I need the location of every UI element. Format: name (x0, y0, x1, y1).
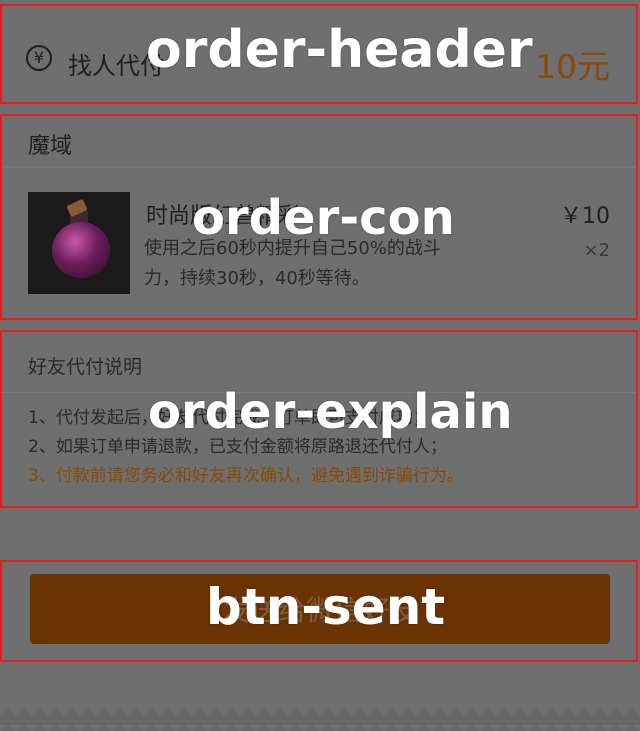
order-page: ¥ 找人代付 10元 魔域 时尚版幻兽精彩 使用之后60秒内提升自己50%的战斗… (0, 0, 640, 731)
shop-name: 魔域 (28, 134, 73, 159)
explain-item: 2、如果订单申请退款，已支付金额将原路退还代付人； (28, 437, 447, 457)
product-description: 使用之后60秒内提升自己50%的战斗力，持续30秒，40秒等待。 (144, 238, 441, 289)
divider (2, 392, 636, 393)
header-title: 找人代付 (68, 52, 164, 80)
zigzag-edge (0, 709, 640, 731)
product-quantity: ×2 (583, 240, 610, 261)
order-explain: 好友代付说明 1、代付发起后，好友代付完成，订单即可支付成功； 2、如果订单申请… (0, 330, 638, 508)
product-price: ￥10 (560, 204, 610, 229)
product-name: 时尚版幻兽精彩 (146, 204, 301, 229)
explain-item-warning: 3、付款前请您务必和好友再次确认，避免遇到诈骗行为。 (28, 466, 464, 486)
divider (2, 166, 636, 168)
btn-sent-area: 发送给微信好友 (0, 560, 638, 662)
send-to-friend-button[interactable]: 发送给微信好友 (30, 574, 610, 644)
header-amount: 10元 (535, 47, 610, 86)
purple-potion-icon (52, 222, 110, 278)
order-header: ¥ 找人代付 10元 (0, 4, 638, 104)
explain-item: 1、代付发起后，好友代付完成，订单即可支付成功； (28, 408, 430, 428)
product-thumbnail (28, 192, 130, 294)
order-con: 魔域 时尚版幻兽精彩 使用之后60秒内提升自己50%的战斗力，持续30秒，40秒… (0, 114, 638, 320)
yen-circle-icon: ¥ (26, 45, 52, 71)
explain-title: 好友代付说明 (28, 356, 143, 378)
explain-list: 1、代付发起后，好友代付完成，订单即可支付成功； 2、如果订单申请退款，已支付金… (28, 404, 464, 491)
